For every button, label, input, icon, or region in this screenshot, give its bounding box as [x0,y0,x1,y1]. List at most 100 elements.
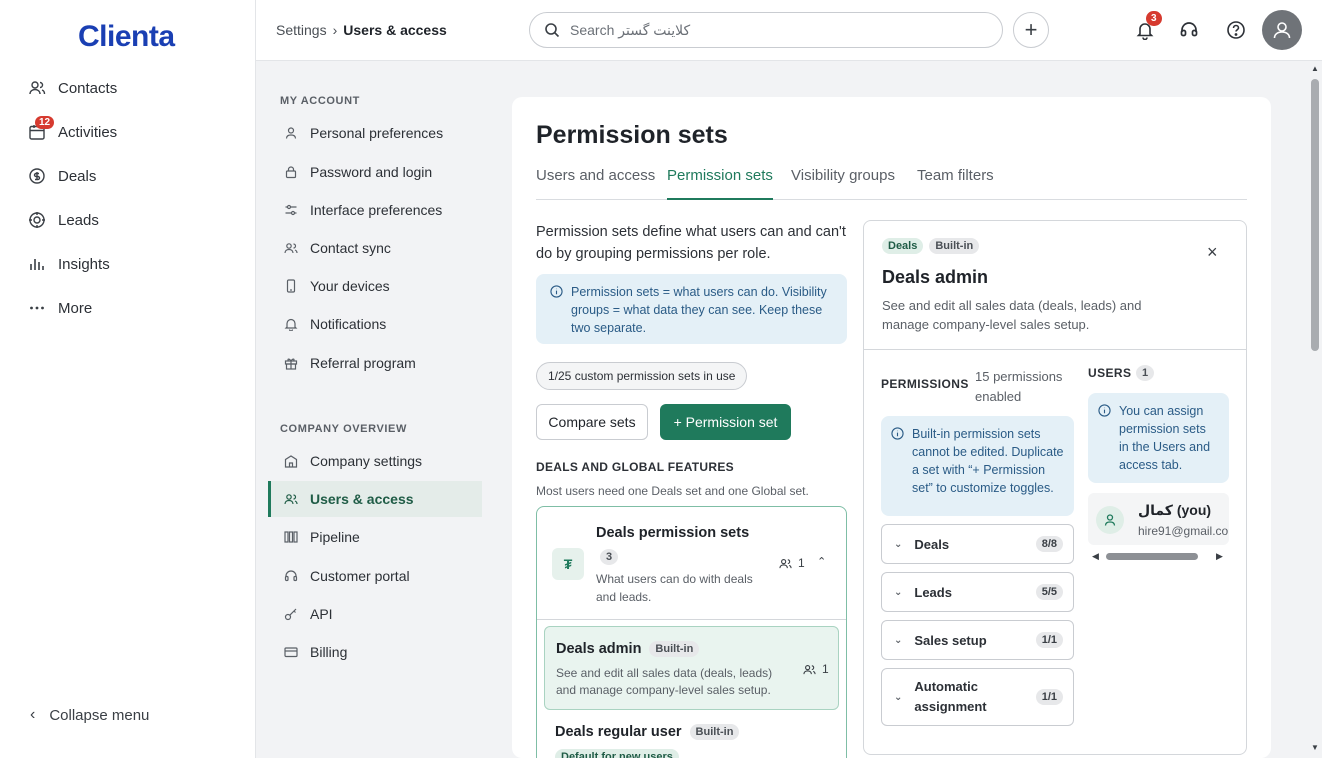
info-icon [1098,404,1111,417]
info-text: Permission sets = what users can do. Vis… [571,285,827,335]
settings-item-label: Notifications [310,316,387,332]
tab-visibility-groups[interactable]: Visibility groups [791,167,895,200]
set-item-deals-admin[interactable]: Deals admin Built-in See and edit all sa… [544,626,839,710]
users-info: You can assign permission sets in the Us… [1088,393,1229,483]
person-icon [285,127,297,139]
settings-item-label: Billing [310,644,348,660]
user-name: کمال (you) [1138,502,1212,518]
help-button[interactable] [1224,18,1248,42]
key-icon [284,608,297,621]
permissions-info: Built-in permission sets cannot be edite… [881,416,1074,516]
sidebar-item-label: More [58,299,93,317]
breadcrumb-settings[interactable]: Settings [276,22,327,38]
close-icon[interactable]: × [1207,242,1218,263]
scroll-thumb[interactable] [1311,79,1319,351]
horizontal-scrollbar[interactable]: ◀ ▶ [1092,551,1226,561]
sidebar-item-deals[interactable]: Deals [28,164,96,188]
settings-item-password[interactable]: Password and login [284,162,432,182]
sidebar-item-insights[interactable]: Insights [28,252,110,276]
user-icon [1273,22,1291,39]
settings-item-referral[interactable]: Referral program [284,353,416,373]
sidebar-item-leads[interactable]: Leads [28,208,99,232]
main-sidebar: Clienta Contacts Activities 12 Deals Lea… [0,0,256,758]
compare-sets-button[interactable]: Compare sets [536,404,648,440]
settings-item-label: Pipeline [310,529,360,545]
sidebar-item-more[interactable]: More [28,296,92,320]
set-item-deals-regular-user[interactable]: Deals regular user Built-in Default for … [544,715,839,758]
settings-item-label: Company settings [310,453,423,469]
scroll-right-icon[interactable]: ▶ [1216,551,1223,562]
settings-item-label: Your devices [310,278,390,294]
settings-item-devices[interactable]: Your devices [284,276,390,296]
search-input[interactable]: Search کلاینت گستر [529,12,1003,48]
settings-item-label: Users & access [310,491,414,507]
chevron-up-icon[interactable]: ⌄ [817,554,826,567]
settings-item-notifications[interactable]: Notifications [284,314,386,334]
sliders-icon [285,204,297,216]
tabs: Users and access Permission sets Visibil… [536,167,1247,200]
clienta-logo[interactable]: Clienta [78,20,175,54]
user-card[interactable]: کمال (you) hire91@gmail.com [1088,493,1229,545]
sidebar-item-label: Leads [58,211,99,229]
sidebar-item-contacts[interactable]: Contacts [28,76,117,100]
my-account-heading: MY ACCOUNT [280,95,360,107]
settings-item-users-access[interactable]: Users & access [284,489,414,509]
accordion-automatic-assignment[interactable]: ⌄ Automatic assignment 1/1 [881,668,1074,726]
search-icon [545,23,560,38]
scroll-down-icon[interactable]: ▼ [1311,743,1319,752]
settings-item-contact-sync[interactable]: Contact sync [284,238,391,258]
more-icon [30,306,44,310]
quick-add-button[interactable]: + [1013,12,1049,48]
breadcrumb: Settings › Users & access [276,22,447,38]
tab-permission-sets[interactable]: Permission sets [667,167,773,200]
scroll-up-icon[interactable]: ▲ [1311,64,1319,73]
notifications-badge: 3 [1146,11,1162,26]
collapse-menu-button[interactable]: ‹ Collapse menu [30,706,149,724]
info-callout: Permission sets = what users can do. Vis… [536,274,847,344]
settings-item-customer-portal[interactable]: Customer portal [284,566,410,586]
pipeline-icon [284,531,298,543]
support-button[interactable] [1177,18,1201,42]
contacts-icon [284,243,298,254]
set-description: See and edit all sales data (deals, lead… [556,666,773,697]
users-count-value: 1 [798,556,805,570]
settings-item-label: Referral program [310,355,416,371]
settings-item-interface[interactable]: Interface preferences [284,200,442,220]
add-permission-set-button[interactable]: + Permission set [660,404,791,440]
gift-icon [284,358,298,370]
settings-item-pipeline[interactable]: Pipeline [284,527,360,547]
built-in-tag: Built-in [929,238,980,254]
set-users-count: 1 [803,662,829,676]
chevron-down-icon: ⌄ [894,634,903,646]
sidebar-item-label: Insights [58,255,110,273]
section-subtitle: Most users need one Deals set and one Gl… [536,484,809,498]
accordion-label: Automatic assignment [914,679,987,714]
scroll-thumb[interactable] [1106,553,1198,560]
tab-users-and-access[interactable]: Users and access [536,167,655,200]
deals-tag: Deals [882,238,924,254]
accordion-sales-setup[interactable]: ⌄ Sales setup 1/1 [881,620,1074,660]
phone-icon [286,279,296,293]
settings-item-billing[interactable]: Billing [284,642,347,662]
tab-team-filters[interactable]: Team filters [917,167,994,200]
page-scrollbar[interactable]: ▲ ▼ [1308,61,1322,758]
avatar[interactable] [1262,10,1302,50]
accordion-label: Deals [914,536,950,552]
permissions-info-text: Built-in permission sets cannot be edite… [912,427,1064,495]
top-bar: Settings › Users & access Search کلاینت … [256,0,1322,61]
users-count-badge: 1 [1136,365,1155,381]
detail-panel: Deals Built-in × Deals admin See and edi… [863,220,1247,755]
scroll-left-icon[interactable]: ◀ [1092,551,1099,562]
accordion-leads[interactable]: ⌄ Leads 5/5 [881,572,1074,612]
settings-item-personal-preferences[interactable]: Personal preferences [284,123,443,143]
group-divider [537,619,846,620]
detail-divider [864,349,1246,350]
accordion-deals[interactable]: ⌄ Deals 8/8 [881,524,1074,564]
building-icon [284,455,298,468]
settings-item-api[interactable]: API [284,604,333,624]
settings-item-label: Interface preferences [310,202,443,218]
chevron-down-icon: ⌄ [894,586,903,598]
section-heading: DEALS AND GLOBAL FEATURES [536,460,734,474]
settings-item-company[interactable]: Company settings [284,451,422,471]
deals-permission-sets-group: ₮ Deals permission sets 3 What users can… [536,506,847,758]
